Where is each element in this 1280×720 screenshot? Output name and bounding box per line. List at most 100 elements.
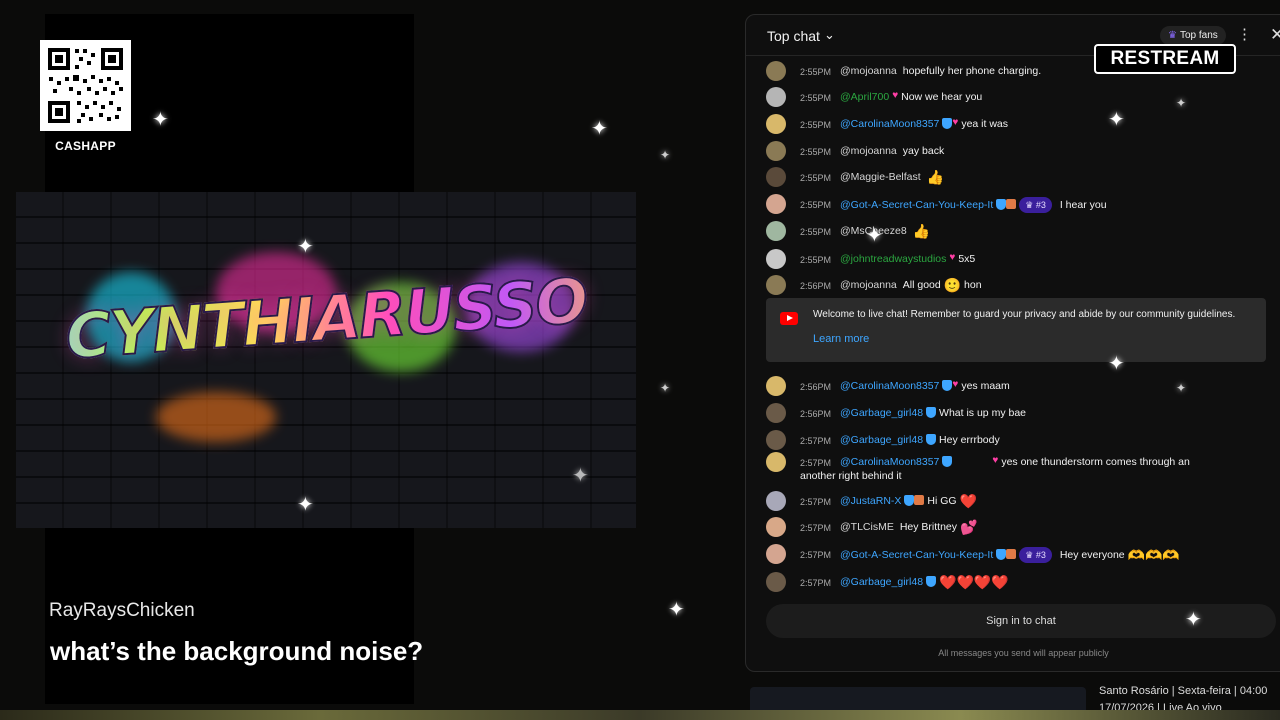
welcome-banner: Welcome to live chat! Remember to guard … (766, 298, 1266, 362)
message-body: @mojoanna All good 🙂 hon (840, 278, 1250, 292)
message-time: 2:57PM (800, 523, 832, 533)
avatar[interactable] (766, 572, 786, 592)
avatar[interactable] (766, 114, 786, 134)
message-author[interactable]: @mojoanna (840, 279, 897, 291)
restream-logo: RESTREAM (1094, 44, 1236, 74)
fan-rank-badge: ♛ #3 (1019, 547, 1052, 563)
message-text: yes maam (961, 380, 1010, 392)
message-time: 2:55PM (800, 120, 832, 130)
message-time: 2:55PM (800, 227, 832, 237)
verified-badge-icon (942, 455, 953, 467)
message-author[interactable]: @mojoanna (840, 65, 897, 77)
message-text: What is up my bae (939, 407, 1026, 419)
message-body: @Garbage_girl48 What is up my bae (840, 406, 1250, 420)
message-body: @TLCisME Hey Brittney 💕 (840, 520, 1250, 534)
avatar[interactable] (766, 194, 786, 214)
chevron-down-icon[interactable]: ⌄ (824, 27, 835, 43)
message-author[interactable]: @Got-A-Secret-Can-You-Keep-It (840, 549, 993, 561)
top-fans-button[interactable]: ♛ Top fans (1160, 26, 1226, 45)
verified-badge-icon (904, 494, 915, 506)
sparkle-icon: ✦ (1176, 96, 1187, 110)
message-text: Now we hear you (901, 91, 983, 103)
message-body: @MsCheeze8 👍 (840, 224, 1250, 238)
sparkle-icon: ✦ (1185, 609, 1202, 631)
message-body: @CarolinaMoon8357 ♥ yea it was (840, 117, 1250, 131)
sparkle-icon: ✦ (668, 599, 685, 621)
message-text: Hey Brittney (899, 521, 960, 533)
avatar[interactable] (766, 167, 786, 187)
message-time: 2:57PM (800, 497, 832, 507)
verified-badge-icon (942, 117, 953, 129)
sparkle-icon: ✦ (297, 494, 314, 516)
message-author[interactable]: @Got-A-Secret-Can-You-Keep-It (840, 199, 993, 211)
welcome-text: Welcome to live chat! Remember to guard … (813, 309, 1236, 320)
emoji-icon: 🙂 (943, 277, 962, 294)
learn-more-link[interactable]: Learn more (813, 333, 869, 345)
message-text: I hear you (1059, 199, 1107, 211)
gift-badge-icon (1006, 199, 1017, 210)
avatar[interactable] (766, 275, 786, 295)
avatar[interactable] (766, 452, 786, 472)
sparkle-icon: ✦ (1108, 109, 1125, 131)
message-text: 5x5 (958, 253, 976, 265)
verified-badge-icon (926, 433, 937, 445)
message-text: Hey everyone (1059, 549, 1128, 561)
emoji-icon: 👍 (926, 169, 945, 186)
message-body: @Maggie-Belfast 👍 (840, 170, 1250, 184)
message-author[interactable]: @Garbage_girl48 (840, 407, 923, 419)
message-text: yea it was (961, 118, 1009, 130)
live-chat-panel: Top chat ⌄ ♛ Top fans ⋮ ✕ 2:55PM @mojoanna… (745, 14, 1280, 672)
member-badge-icon: ♥ (892, 90, 899, 102)
crown-icon: ♛ (1168, 30, 1177, 41)
emoji-icon: 👍 (912, 223, 931, 240)
verified-badge-icon (996, 198, 1007, 210)
message-author[interactable]: @Garbage_girl48 (840, 576, 923, 588)
sparkle-icon: ✦ (591, 118, 608, 140)
next-video-title[interactable]: Santo Rosário | Sexta-feira | 04:00 (1099, 685, 1267, 697)
message-author[interactable]: @johntreadwaystudios (840, 253, 946, 265)
member-badge-icon: ♥ (992, 455, 999, 467)
avatar[interactable] (766, 87, 786, 107)
message-author[interactable]: @April700 (840, 91, 889, 103)
chat-mode-dropdown[interactable]: Top chat (767, 28, 820, 44)
close-icon[interactable]: ✕ (1270, 25, 1280, 45)
member-badge-icon: ♥ (949, 252, 956, 264)
message-time: 2:55PM (800, 173, 832, 183)
cashapp-qr-code (40, 40, 131, 131)
verified-badge-icon (996, 548, 1007, 560)
message-author[interactable]: @Garbage_girl48 (840, 434, 923, 446)
message-body: @CarolinaMoon8357 ♥ yes one thunderstorm c… (800, 455, 1210, 483)
avatar[interactable] (766, 249, 786, 269)
message-body: @JustaRN-X Hi GG ❤️ (840, 494, 1250, 508)
message-author[interactable]: @Maggie-Belfast (840, 171, 921, 183)
fan-rank-badge: ♛ #3 (1019, 197, 1052, 213)
sparkle-icon: ✦ (866, 225, 883, 247)
sparkle-icon: ✦ (1108, 353, 1125, 375)
youtube-icon (780, 312, 798, 325)
avatar[interactable] (766, 403, 786, 423)
sparkle-icon: ✦ (1176, 381, 1187, 395)
emoji-icon: 🫶🫶🫶 (1127, 547, 1180, 564)
emoji-icon: ❤️❤️❤️❤️ (939, 574, 1009, 591)
message-text: hon (961, 279, 982, 291)
message-author[interactable]: @mojoanna (840, 145, 897, 157)
message-author[interactable]: @CarolinaMoon8357 (840, 118, 939, 130)
avatar[interactable] (766, 430, 786, 450)
more-options-icon[interactable]: ⋮ (1237, 25, 1252, 43)
avatar[interactable] (766, 491, 786, 511)
message-author[interactable]: @CarolinaMoon8357 (840, 456, 939, 468)
message-author[interactable]: @CarolinaMoon8357 (840, 380, 939, 392)
avatar[interactable] (766, 517, 786, 537)
sparkle-icon: ✦ (660, 381, 671, 395)
avatar[interactable] (766, 376, 786, 396)
message-time: 2:55PM (800, 147, 832, 157)
message-body: @April700 ♥ Now we hear you (840, 90, 1250, 104)
gift-badge-icon (1006, 549, 1017, 560)
avatar[interactable] (766, 141, 786, 161)
avatar[interactable] (766, 221, 786, 241)
sparkle-icon: ✦ (660, 148, 671, 162)
avatar[interactable] (766, 544, 786, 564)
message-author[interactable]: @TLCisME (840, 521, 894, 533)
avatar[interactable] (766, 61, 786, 81)
message-author[interactable]: @JustaRN-X (840, 495, 901, 507)
